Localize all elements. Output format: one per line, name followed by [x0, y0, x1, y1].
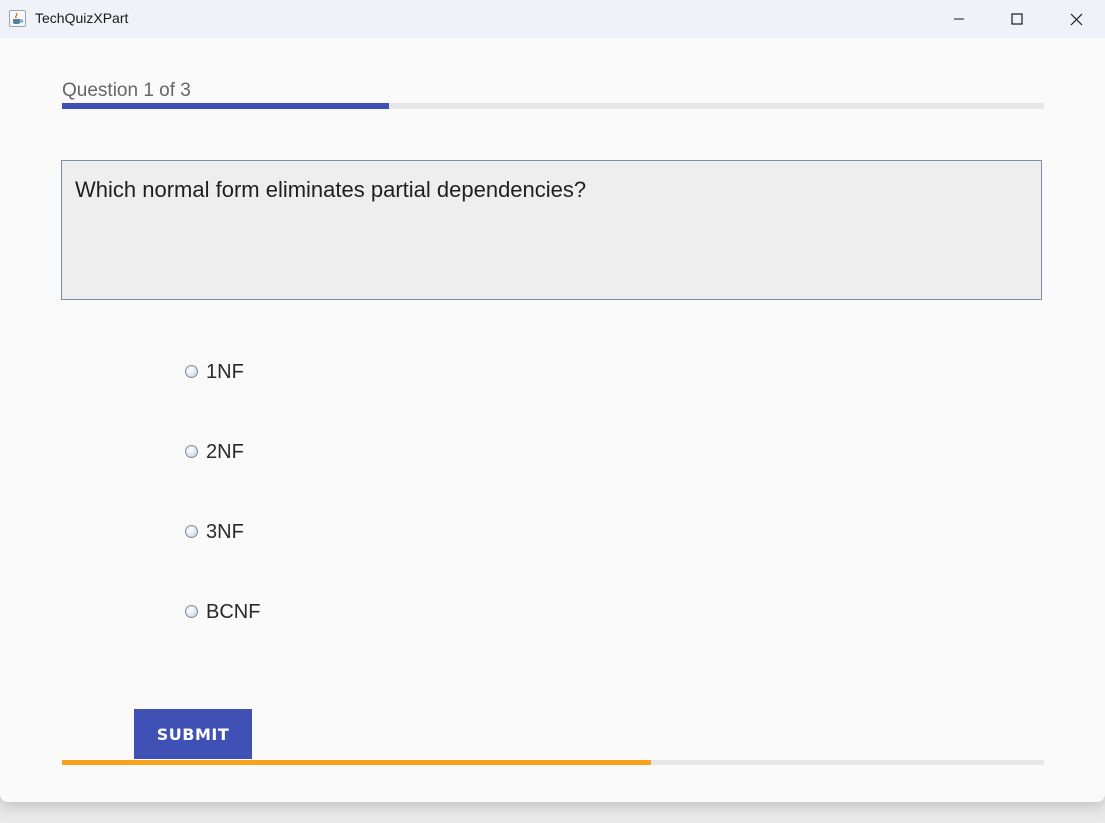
option-bcnf[interactable]: BCNF: [185, 600, 260, 624]
maximize-button[interactable]: [988, 0, 1046, 38]
close-button[interactable]: [1047, 0, 1105, 38]
submit-button[interactable]: SUBMIT: [134, 709, 252, 759]
timer-fill: [62, 760, 652, 765]
question-text: Which normal form eliminates partial dep…: [75, 177, 587, 202]
option-label: 2NF: [206, 440, 244, 463]
question-progress-fill: [62, 103, 389, 109]
window-title: TechQuizXPart: [35, 10, 129, 26]
option-label: 1NF: [206, 360, 244, 383]
maximize-icon: [1011, 13, 1023, 25]
radio-button[interactable]: [185, 444, 198, 458]
minimize-icon: [954, 18, 964, 20]
java-cup-icon: [9, 10, 26, 27]
radio-button[interactable]: [185, 364, 198, 378]
radio-button[interactable]: [185, 604, 198, 618]
question-progress-bar: [62, 103, 1044, 109]
close-icon: [1070, 13, 1082, 25]
option-2nf[interactable]: 2NF: [185, 440, 244, 464]
app-window: TechQuizXPart Question 1 of 3 Which norm…: [0, 0, 1105, 802]
minimize-button[interactable]: [930, 0, 988, 38]
question-panel: Which normal form eliminates partial dep…: [61, 160, 1042, 300]
option-1nf[interactable]: 1NF: [185, 360, 244, 384]
option-label: 3NF: [206, 520, 244, 543]
option-label: BCNF: [206, 600, 261, 623]
option-3nf[interactable]: 3NF: [185, 520, 244, 544]
title-bar[interactable]: TechQuizXPart: [0, 0, 1105, 38]
radio-button[interactable]: [185, 524, 198, 538]
timer-bar: [62, 760, 1044, 765]
question-counter: Question 1 of 3: [62, 80, 191, 101]
